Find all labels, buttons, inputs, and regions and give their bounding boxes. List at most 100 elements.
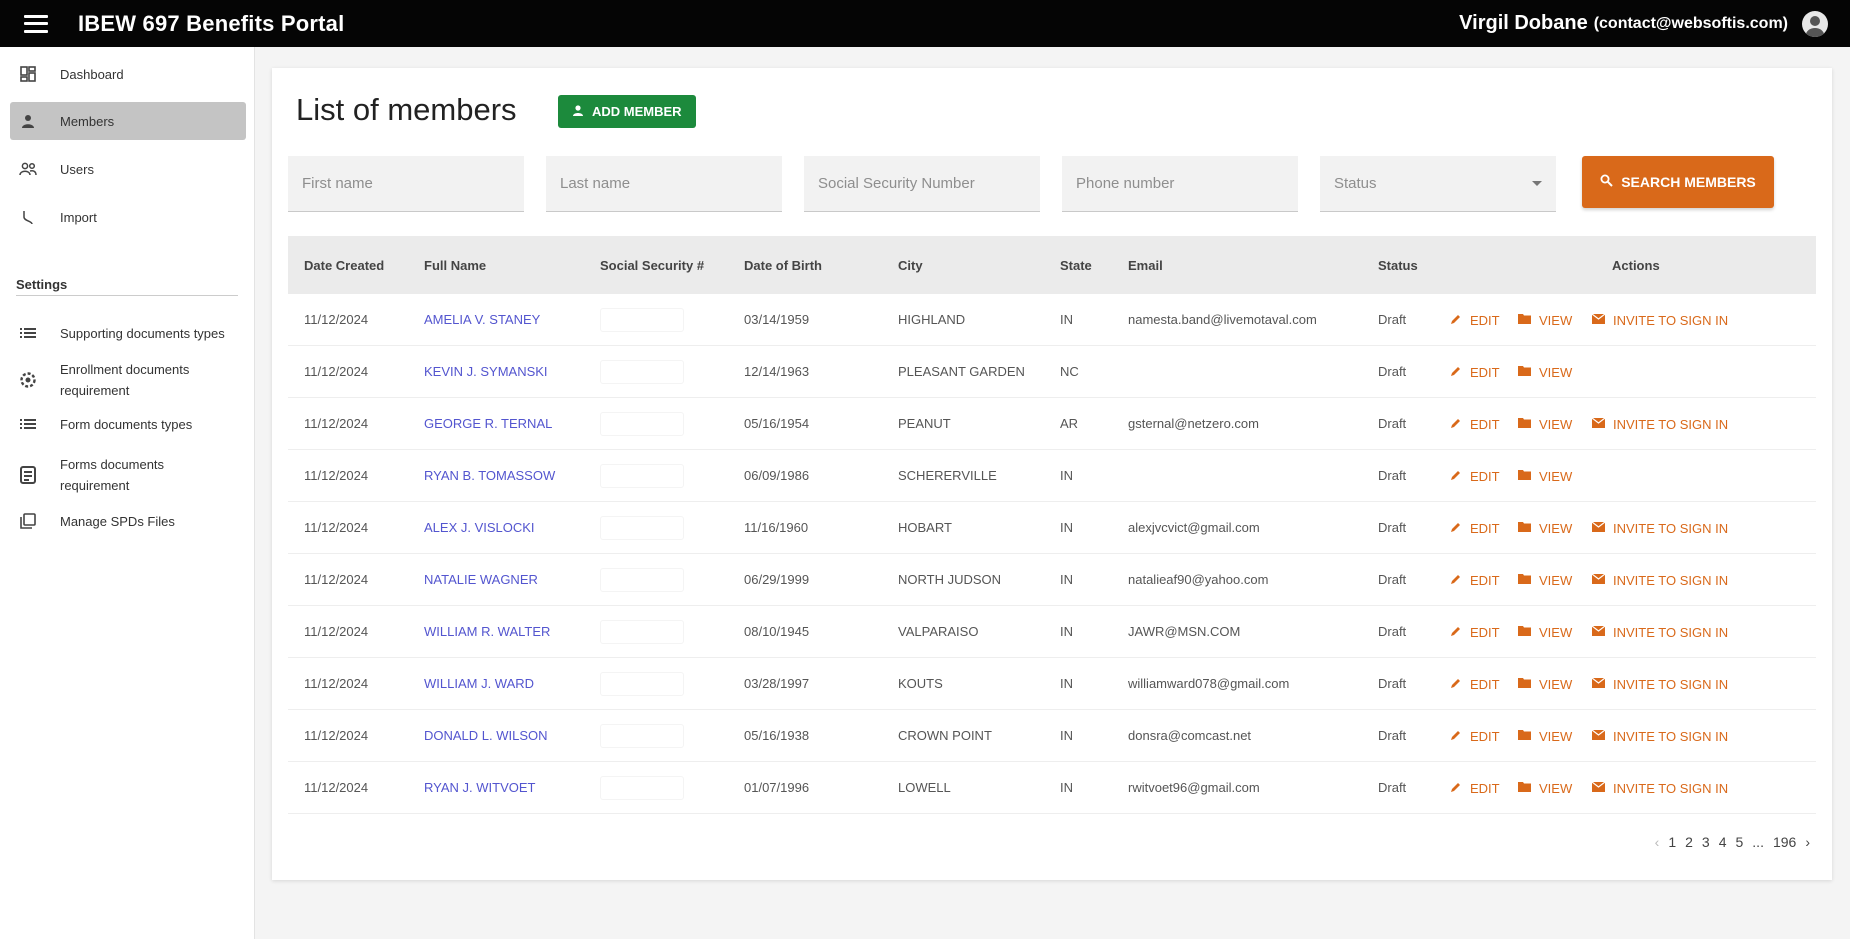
sidebar-item-form-documents-types[interactable]: Form documents types (10, 405, 246, 443)
invite-to-sign-in-button[interactable]: INVITE TO SIGN IN (1591, 606, 1728, 658)
settings-heading: Settings (16, 277, 68, 292)
mail-icon (1591, 521, 1606, 535)
invite-to-sign-in-button[interactable]: INVITE TO SIGN IN (1591, 502, 1728, 554)
column-header[interactable]: State (1060, 258, 1092, 273)
search-members-button[interactable]: SEARCH MEMBERS (1582, 156, 1774, 208)
column-header[interactable]: Email (1128, 258, 1163, 273)
full-name-link[interactable]: WILLIAM J. WARD (424, 658, 534, 710)
full-name-link[interactable]: KEVIN J. SYMANSKI (424, 346, 548, 398)
view-button[interactable]: VIEW (1518, 606, 1572, 658)
full-name-link[interactable]: AMELIA V. STANEY (424, 294, 540, 346)
column-header[interactable]: Date of Birth (744, 258, 822, 273)
folder-icon (1518, 313, 1531, 327)
phone-field[interactable] (1062, 156, 1298, 212)
edit-button[interactable]: EDIT (1450, 398, 1500, 450)
page-number[interactable]: 5 (1736, 834, 1744, 850)
date-created-cell: 11/12/2024 (304, 520, 369, 535)
invite-to-sign-in-button[interactable]: INVITE TO SIGN IN (1591, 294, 1728, 346)
sidebar-item-users[interactable]: Users (10, 150, 246, 188)
first-name-input[interactable] (302, 175, 510, 192)
view-button[interactable]: VIEW (1518, 554, 1572, 606)
column-header[interactable]: Date Created (304, 258, 384, 273)
invite-to-sign-in-button[interactable]: INVITE TO SIGN IN (1591, 658, 1728, 710)
chevron-right-icon[interactable]: › (1805, 834, 1810, 850)
view-button[interactable]: VIEW (1518, 710, 1572, 762)
invite-to-sign-in-button[interactable]: INVITE TO SIGN IN (1591, 762, 1728, 814)
full-name-link[interactable]: DONALD L. WILSON (424, 710, 548, 762)
last-name-input[interactable] (560, 175, 768, 192)
edit-button[interactable]: EDIT (1450, 606, 1500, 658)
edit-button[interactable]: EDIT (1450, 710, 1500, 762)
ssn-field[interactable] (804, 156, 1040, 212)
folder-icon (1518, 521, 1531, 535)
status-select[interactable]: Status (1320, 156, 1556, 212)
column-header[interactable]: City (898, 258, 923, 273)
invite-to-sign-in-button[interactable]: INVITE TO SIGN IN (1591, 554, 1729, 606)
column-header[interactable]: Status (1378, 258, 1418, 273)
ssn-masked-cell (600, 724, 684, 748)
page-number[interactable]: 4 (1719, 834, 1727, 850)
sidebar-item-forms-documents-requirement[interactable]: Forms documents requirement (10, 453, 246, 497)
sidebar-item-enrollment-documents-requirement[interactable]: Enrollment documents requirement (10, 358, 246, 402)
view-button[interactable]: VIEW (1518, 398, 1572, 450)
user-area: Virgil Dobane (contact@websoftis.com) (1459, 10, 1828, 37)
add-member-button[interactable]: ADD MEMBER (558, 95, 696, 128)
ssn-masked-cell (600, 412, 684, 436)
phone-input[interactable] (1076, 175, 1284, 192)
full-name-link[interactable]: GEORGE R. TERNAL (424, 398, 552, 450)
edit-button[interactable]: EDIT (1450, 502, 1500, 554)
invite-to-sign-in-button[interactable]: INVITE TO SIGN IN (1591, 710, 1729, 762)
edit-button[interactable]: EDIT (1450, 294, 1500, 346)
first-name-field[interactable] (288, 156, 524, 212)
invite-to-sign-in-button-label: INVITE TO SIGN IN (1613, 728, 1729, 744)
invite-to-sign-in-button-label: INVITE TO SIGN IN (1613, 572, 1729, 588)
column-header[interactable]: Social Security # (600, 258, 704, 273)
sidebar-item-supporting-documents-types[interactable]: Supporting documents types (10, 314, 246, 352)
menu-icon[interactable] (24, 14, 48, 33)
sidebar-item-label: Dashboard (60, 66, 124, 82)
last-name-field[interactable] (546, 156, 782, 212)
mail-icon (1591, 729, 1606, 743)
view-button[interactable]: VIEW (1518, 450, 1572, 502)
date-created-cell: 11/12/2024 (304, 728, 369, 743)
page-number[interactable]: 3 (1702, 834, 1710, 850)
state-cell: IN (1060, 572, 1073, 587)
table-header: Date Created Full Name Social Security #… (288, 236, 1816, 294)
sidebar-item-manage-spds-files[interactable]: Manage SPDs Files (10, 502, 246, 540)
date-created-cell: 11/12/2024 (304, 416, 369, 431)
sidebar-item-members[interactable]: Members (10, 102, 246, 140)
column-header[interactable]: Full Name (424, 258, 486, 273)
page-number[interactable]: 2 (1685, 834, 1693, 850)
view-button[interactable]: VIEW (1518, 762, 1572, 814)
view-button[interactable]: VIEW (1518, 346, 1572, 398)
edit-button[interactable]: EDIT (1450, 658, 1500, 710)
view-button[interactable]: VIEW (1518, 658, 1572, 710)
full-name-link[interactable]: ALEX J. VISLOCKI (424, 502, 535, 554)
invite-to-sign-in-button[interactable]: INVITE TO SIGN IN (1591, 398, 1728, 450)
page-number-last[interactable]: 196 (1773, 834, 1796, 850)
sidebar-item-import[interactable]: Import (10, 198, 246, 236)
page-number[interactable]: 1 (1668, 834, 1676, 850)
ssn-input[interactable] (818, 175, 1026, 192)
full-name-link[interactable]: WILLIAM R. WALTER (424, 606, 550, 658)
email-cell: rwitvoet96@gmail.com (1128, 780, 1260, 795)
full-name-link[interactable]: RYAN J. WITVOET (424, 762, 535, 814)
full-name-link[interactable]: NATALIE WAGNER (424, 554, 538, 606)
view-button[interactable]: VIEW (1518, 502, 1572, 554)
ssn-masked-cell (600, 568, 684, 592)
sidebar-item-dashboard[interactable]: Dashboard (10, 55, 246, 93)
edit-button[interactable]: EDIT (1450, 346, 1500, 398)
date-created-cell: 11/12/2024 (304, 364, 369, 379)
edit-button[interactable]: EDIT (1450, 762, 1500, 814)
edit-button-label: EDIT (1470, 572, 1500, 588)
email-cell: alexjvcvict@gmail.com (1128, 520, 1260, 535)
edit-button[interactable]: EDIT (1450, 450, 1500, 502)
table-row: 11/12/2024 DONALD L. WILSON 05/16/1938 CROW… (288, 710, 1816, 762)
edit-button[interactable]: EDIT (1450, 554, 1500, 606)
ssn-masked-cell (600, 776, 684, 800)
view-button[interactable]: VIEW (1518, 294, 1572, 346)
table-row: 11/12/2024 WILLIAM J. WARD 03/28/1997 KOUTS… (288, 658, 1816, 710)
mail-icon (1591, 573, 1606, 587)
full-name-link[interactable]: RYAN B. TOMASSOW (424, 450, 555, 502)
account-icon[interactable] (1802, 10, 1828, 37)
